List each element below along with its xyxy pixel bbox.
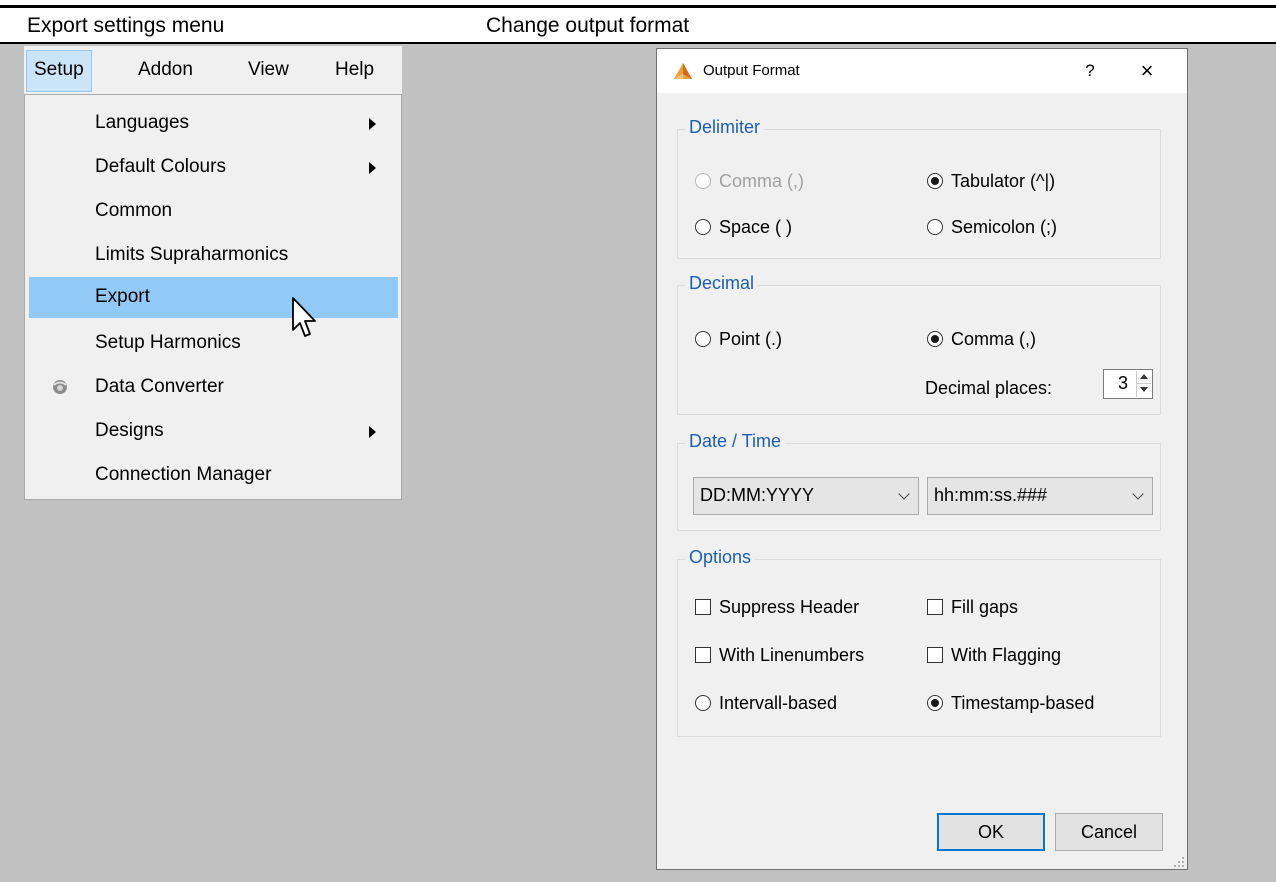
menu-item-label: Designs: [95, 420, 164, 441]
menu-addon[interactable]: Addon: [131, 50, 200, 90]
top-rule: [0, 5, 1276, 8]
radio-label: Semicolon (;): [951, 217, 1058, 237]
menu-item-data-converter[interactable]: Data Converter: [29, 367, 398, 408]
resize-grip-icon[interactable]: [1173, 855, 1185, 867]
radio-label: Comma (,): [719, 171, 804, 191]
caption-right: Change output format: [486, 14, 690, 37]
radio-indicator: [695, 219, 711, 235]
chevron-down-icon: [898, 488, 910, 500]
radio-label: Point (.): [719, 329, 783, 349]
dialog-title: Output Format: [703, 62, 800, 79]
spin-up-icon[interactable]: [1140, 374, 1148, 379]
options-group-title: Options: [685, 547, 756, 568]
menu-item-label: Languages: [95, 112, 190, 133]
radio-indicator: [927, 695, 943, 711]
checkbox-label: Suppress Header: [719, 597, 860, 617]
checkbox-indicator: [927, 599, 943, 615]
menu-item-label: Connection Manager: [95, 464, 272, 485]
time-format-select[interactable]: hh:mm:ss.###: [927, 477, 1153, 515]
spin-down-icon[interactable]: [1140, 387, 1148, 392]
spin-buttons[interactable]: [1136, 371, 1151, 397]
radio-indicator: [927, 219, 943, 235]
decimal-places-spinbox[interactable]: 3: [1103, 369, 1153, 399]
checkbox-indicator: [927, 647, 943, 663]
dialog-titlebar[interactable]: Output Format ? ×: [657, 49, 1187, 93]
chevron-down-icon: [1132, 488, 1144, 500]
spin-divider: [1137, 383, 1151, 384]
submenu-arrow-icon: [369, 118, 376, 130]
menu-item-common[interactable]: Common: [29, 191, 398, 232]
checkbox-label: With Flagging: [951, 645, 1062, 665]
caption-left: Export settings menu: [27, 14, 225, 37]
checkbox-indicator: [695, 647, 711, 663]
radio-label: Comma (,): [951, 329, 1036, 349]
checkbox-label: Fill gaps: [951, 597, 1019, 617]
submenu-arrow-icon: [369, 426, 376, 438]
menu-item-label: Data Converter: [95, 376, 224, 397]
menu-item-languages[interactable]: Languages: [29, 103, 398, 144]
menu-help[interactable]: Help: [328, 50, 381, 90]
decimal-group-title: Decimal: [685, 273, 759, 294]
menubar: Setup Addon View Help: [24, 46, 402, 94]
menu-item-label: Default Colours: [95, 156, 226, 177]
radio-label: Tabulator (^|): [951, 171, 1056, 191]
radio-indicator: [695, 695, 711, 711]
ok-button[interactable]: OK: [937, 813, 1045, 851]
date-format-value: DD:MM:YYYY: [700, 485, 815, 505]
menu-item-export[interactable]: Export: [29, 277, 398, 318]
menu-item-label: Limits Supraharmonics: [95, 244, 289, 265]
menu-item-label: Common: [95, 200, 173, 221]
menu-item-label: Export: [95, 286, 150, 307]
setup-dropdown-menu: Languages Default Colours Common Limits …: [24, 94, 402, 500]
menu-view[interactable]: View: [241, 50, 296, 90]
menu-item-setup-harmonics[interactable]: Setup Harmonics: [29, 323, 398, 364]
date-format-select[interactable]: DD:MM:YYYY: [693, 477, 919, 515]
help-button[interactable]: ?: [1075, 57, 1105, 85]
close-button[interactable]: ×: [1129, 57, 1165, 85]
radio-indicator: [695, 331, 711, 347]
radio-indicator: [927, 331, 943, 347]
time-format-value: hh:mm:ss.###: [934, 485, 1048, 505]
menu-item-designs[interactable]: Designs: [29, 411, 398, 452]
radio-indicator: [695, 173, 711, 189]
menu-item-default-colours[interactable]: Default Colours: [29, 147, 398, 188]
mouse-pointer-icon: [291, 296, 319, 342]
app-logo-icon: [673, 62, 693, 80]
radio-label: Timestamp-based: [951, 693, 1095, 713]
submenu-arrow-icon: [369, 162, 376, 174]
decimal-places-value: 3: [1117, 373, 1128, 393]
output-format-dialog: Output Format ? × Delimiter Comma (,) Ta…: [656, 48, 1188, 870]
datetime-group-title: Date / Time: [685, 431, 786, 452]
checkbox-label: With Linenumbers: [719, 645, 865, 665]
menu-item-label: Setup Harmonics: [95, 332, 241, 353]
cancel-button[interactable]: Cancel: [1055, 813, 1163, 851]
decimal-places-label: Decimal places:: [925, 378, 1053, 398]
checkbox-indicator: [695, 599, 711, 615]
menu-item-connection-manager[interactable]: Connection Manager: [29, 455, 398, 496]
delimiter-group-title: Delimiter: [685, 117, 765, 138]
data-converter-icon: [51, 378, 69, 396]
radio-label: Intervall-based: [719, 693, 838, 713]
menu-setup[interactable]: Setup: [26, 50, 92, 92]
radio-label: Space ( ): [719, 217, 793, 237]
radio-indicator: [927, 173, 943, 189]
delimiter-group: [677, 129, 1161, 259]
menu-item-limits-supraharmonics[interactable]: Limits Supraharmonics: [29, 235, 398, 276]
